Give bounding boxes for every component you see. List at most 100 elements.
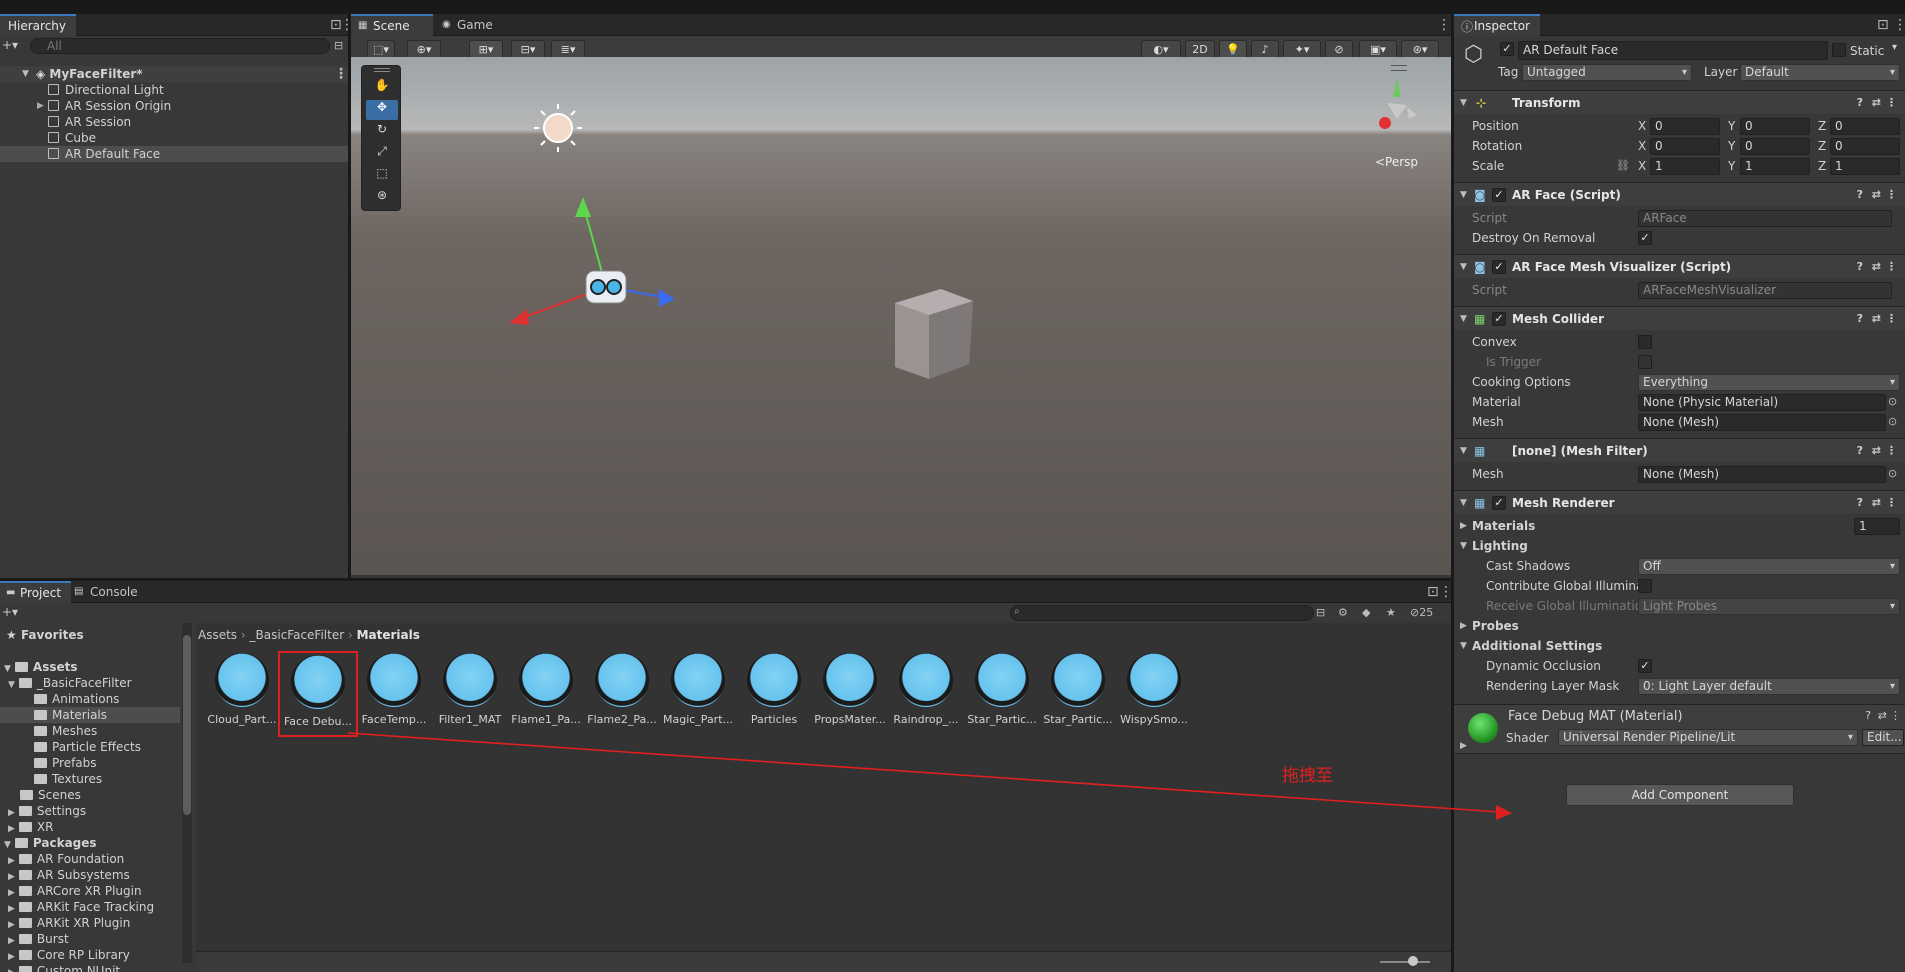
asset-tile[interactable]: Star_Partic... [1040,653,1116,726]
mesh-collider-header[interactable]: ▼ ▦ ✓ Mesh Collider ? ⇄ ⋮ [1454,306,1905,330]
expand-arrow-icon[interactable]: ▶ [1460,741,1467,751]
rotation-y-field[interactable]: 0 [1740,138,1810,155]
breadcrumb-assets[interactable]: Assets [198,628,237,642]
collapse-arrow-icon[interactable]: ▼ [1460,183,1467,207]
preset-icon[interactable]: ⇄ [1872,183,1881,207]
edit-shader-button[interactable]: Edit... [1862,729,1904,746]
package-item[interactable]: ▶ Core RP Library [8,947,130,963]
package-item[interactable]: ▶ AR Subsystems [8,867,130,883]
object-name-field[interactable]: AR Default Face [1518,41,1828,60]
position-x-field[interactable]: 0 [1650,118,1720,135]
asset-tile[interactable]: PropsMater... [812,653,888,726]
hierarchy-item-ar-session[interactable]: AR Session [0,114,348,130]
favorite-star-icon[interactable]: ★ [1386,606,1396,619]
help-icon[interactable]: ? [1857,91,1863,115]
collider-material-field[interactable]: None (Physic Material) [1638,394,1886,411]
tree-item-meshes[interactable]: Meshes [34,723,97,739]
rotation-z-field[interactable]: 0 [1830,138,1900,155]
collapse-arrow-icon[interactable]: ▼ [1460,536,1467,556]
breadcrumb-basicfacefilter[interactable]: _BasicFaceFilter [250,628,345,642]
rect-tool-icon[interactable]: ⬚ [366,166,398,186]
packages-row[interactable]: ▼ Packages [4,835,97,851]
overlay-menu-icon[interactable] [1391,65,1407,71]
rotate-tool-icon[interactable]: ↻ [366,122,398,142]
tree-item-animations[interactable]: Animations [34,691,119,707]
expand-arrow-icon[interactable]: ▶ [37,98,44,114]
preset-icon[interactable]: ⇄ [1872,91,1881,115]
tree-item-prefabs[interactable]: Prefabs [34,755,97,771]
zoom-slider-thumb[interactable] [1408,956,1418,966]
component-menu-icon[interactable]: ⋮ [1890,709,1901,722]
add-icon[interactable]: +▾ [2,38,18,52]
link-icon[interactable]: ⛓ [1616,156,1630,176]
add-component-button[interactable]: Add Component [1566,784,1794,806]
preset-icon[interactable]: ⇄ [1872,307,1881,331]
materials-row[interactable]: ▶ Materials 1 [1454,516,1905,536]
tree-item-scenes[interactable]: Scenes [20,787,81,803]
tree-item-basicfacefilter[interactable]: ▼ _BasicFaceFilter [8,675,132,691]
search-by-type-icon[interactable]: ⊟ [1316,606,1325,619]
search-by-label-icon[interactable]: ⚙ [1338,606,1348,619]
mesh-renderer-header[interactable]: ▼ ▦ ✓ Mesh Renderer ? ⇄ ⋮ [1454,490,1905,514]
transform-header[interactable]: ▼ ⊹ Transform ? ⇄ ⋮ [1454,90,1905,114]
position-y-field[interactable]: 0 [1740,118,1810,135]
collapse-arrow-icon[interactable]: ▼ [1460,307,1467,331]
additional-settings-row[interactable]: ▼ Additional Settings [1454,636,1905,656]
tab-scene[interactable]: ▦ Scene [351,14,433,36]
package-item[interactable]: ▶Custom NUnit [8,963,120,972]
asset-tile[interactable]: Particles [736,653,812,726]
hierarchy-item-cube[interactable]: Cube [0,130,348,146]
asset-tile[interactable]: Star_Partic... [964,653,1040,726]
static-dropdown-icon[interactable]: ▾ [1892,42,1897,53]
convex-checkbox[interactable] [1638,335,1652,349]
static-checkbox[interactable] [1832,43,1846,57]
preset-icon[interactable]: ⇄ [1872,491,1881,515]
kebab-menu-icon[interactable]: ⋮ [1437,18,1451,32]
kebab-menu-icon[interactable]: ⋮ [340,18,354,32]
zoom-slider-track[interactable] [1380,961,1430,963]
help-icon[interactable]: ? [1857,439,1863,463]
assets-row[interactable]: ▼ Assets [4,659,78,675]
lighting-row[interactable]: ▼ Lighting [1454,536,1905,556]
scale-z-field[interactable]: 1 [1830,158,1900,175]
tab-console[interactable]: ▤ Console [66,581,148,603]
project-search-input[interactable] [1010,605,1314,621]
probes-row[interactable]: ▶ Probes [1454,616,1905,636]
contribute-gi-checkbox[interactable] [1638,579,1652,593]
tag-icon[interactable]: ◆ [1362,606,1370,619]
tree-item-materials[interactable]: Materials [0,707,180,723]
asset-tile[interactable]: Cloud_Part... [204,653,280,726]
tree-scrollbar-thumb[interactable] [183,635,191,815]
component-menu-icon[interactable]: ⋮ [1886,307,1897,331]
tag-dropdown[interactable]: Untagged [1522,64,1692,81]
collapse-arrow-icon[interactable]: ▼ [1460,636,1467,656]
asset-tile-face-debug[interactable]: Face Debu... [278,651,358,737]
help-icon[interactable]: ? [1857,491,1863,515]
mesh-renderer-enabled-checkbox[interactable]: ✓ [1492,496,1506,510]
preset-icon[interactable]: ⇄ [1878,709,1887,722]
dynamic-occlusion-checkbox[interactable]: ✓ [1638,659,1652,673]
palette-handle-icon[interactable] [374,68,390,72]
scene-row[interactable]: ▼ ◈ MyFaceFilter* ⋮ [0,66,348,82]
materials-count-field[interactable]: 1 [1854,518,1900,535]
tree-item-xr[interactable]: ▶ XR [8,819,53,835]
tree-item-settings[interactable]: ▶ Settings [8,803,86,819]
asset-tile[interactable]: Magic_Part... [660,653,736,726]
scale-tool-icon[interactable]: ⤢ [366,144,398,164]
tree-item-textures[interactable]: Textures [34,771,102,787]
position-z-field[interactable]: 0 [1830,118,1900,135]
hierarchy-search-input[interactable]: All [30,38,330,54]
cast-shadows-dropdown[interactable]: Off [1638,558,1900,575]
cooking-options-dropdown[interactable]: Everything [1638,374,1900,391]
hidden-packages-icon[interactable]: ⊘25 [1410,606,1433,619]
object-picker-icon[interactable]: ⊙ [1888,392,1897,412]
hierarchy-item-ar-session-origin[interactable]: ▶ AR Session Origin [0,98,348,114]
tree-item-particle-effects[interactable]: Particle Effects [34,739,141,755]
package-item[interactable]: ▶ Burst [8,931,69,947]
shader-dropdown[interactable]: Universal Render Pipeline/Lit [1558,729,1858,746]
kebab-menu-icon[interactable]: ⋮ [1439,585,1453,599]
ar-face-mesh-visualizer-header[interactable]: ▼ ◙ ✓ AR Face Mesh Visualizer (Script) ?… [1454,254,1905,278]
scale-y-field[interactable]: 1 [1740,158,1810,175]
tab-project[interactable]: ▬ Project [0,581,72,603]
destroy-on-removal-checkbox[interactable]: ✓ [1638,231,1652,245]
